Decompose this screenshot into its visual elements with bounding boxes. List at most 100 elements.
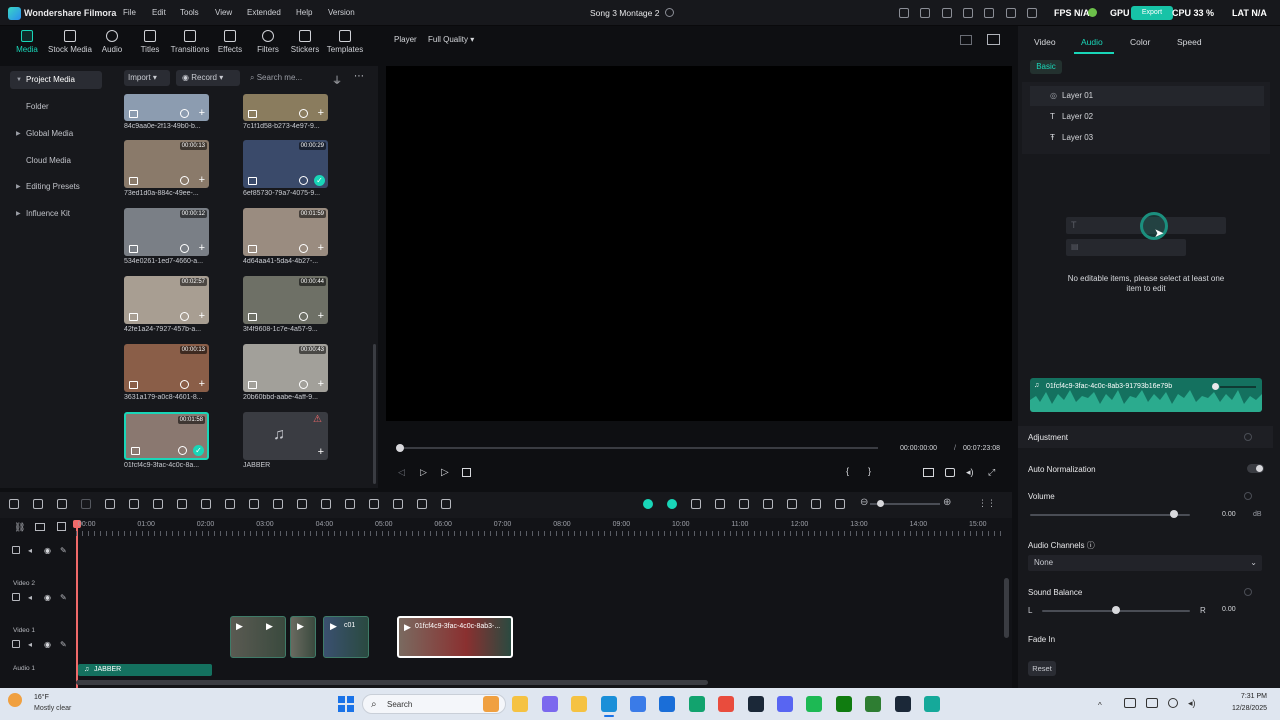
magnet-icon[interactable]: [57, 522, 66, 531]
add-to-timeline-icon[interactable]: +: [318, 379, 324, 390]
tool-media[interactable]: Media: [4, 30, 50, 60]
add-to-timeline-icon[interactable]: +: [318, 108, 324, 119]
balance-value[interactable]: 0.00: [1222, 606, 1236, 613]
edge-icon[interactable]: [600, 696, 617, 712]
zoom-slider-knob[interactable]: [877, 500, 884, 507]
undo-icon[interactable]: [57, 499, 67, 509]
color-icon[interactable]: [273, 499, 283, 509]
store-icon[interactable]: [630, 696, 646, 712]
image-icon[interactable]: [942, 8, 952, 18]
monitor-icon[interactable]: [963, 8, 973, 18]
ripple-icon[interactable]: [715, 499, 725, 509]
tool-icon[interactable]: ✎: [60, 593, 67, 602]
game-icon[interactable]: [865, 696, 882, 712]
cloud-icon[interactable]: [1006, 8, 1016, 18]
chrome-icon[interactable]: [718, 696, 735, 712]
layout-icon[interactable]: [9, 499, 19, 509]
clock-date[interactable]: 12/28/2025: [1220, 705, 1267, 712]
stabilize-icon[interactable]: [441, 499, 451, 509]
zoom-in-icon[interactable]: ⊕: [943, 497, 951, 508]
timeline-clip[interactable]: ▶ c01: [323, 616, 369, 658]
keyframe-icon[interactable]: [345, 499, 355, 509]
selected-timeline-clip[interactable]: ▶ 01fcf4c9-3fac-4c0c-8ab3-...: [397, 616, 513, 658]
marker-icon[interactable]: [691, 499, 701, 509]
delete-icon[interactable]: [105, 499, 115, 509]
playback-scrubber[interactable]: [400, 447, 878, 449]
prev-frame-icon[interactable]: ◁: [398, 467, 405, 478]
add-to-timeline-icon[interactable]: +: [318, 243, 324, 254]
tray-chevron-icon[interactable]: ^: [1098, 701, 1102, 710]
effect-icon[interactable]: [393, 499, 403, 509]
add-to-timeline-icon[interactable]: +: [199, 311, 205, 322]
audio-sync-icon[interactable]: [297, 499, 307, 509]
menu-edit[interactable]: Edit: [152, 8, 166, 17]
steam-icon[interactable]: [894, 696, 911, 712]
media-thumbnail[interactable]: 00:01:59 +: [243, 208, 328, 256]
files-icon[interactable]: [571, 696, 588, 712]
menu-version[interactable]: Version: [328, 8, 355, 17]
volume-slider-knob[interactable]: [1170, 510, 1178, 518]
mask-icon[interactable]: [225, 499, 235, 509]
fullscreen-icon[interactable]: ⤢: [988, 467, 995, 478]
camera-icon[interactable]: [945, 468, 955, 477]
add-to-timeline-icon[interactable]: +: [199, 108, 205, 119]
speaker-icon[interactable]: ◂): [1188, 698, 1196, 709]
nav-global-media[interactable]: ▶ Global Media: [10, 125, 102, 143]
lock-icon[interactable]: [12, 640, 20, 648]
mark-in-icon[interactable]: {: [846, 466, 849, 476]
step-play-icon[interactable]: ▷: [420, 467, 427, 478]
tool-templates[interactable]: Templates: [322, 30, 368, 60]
more-options-icon[interactable]: ⋯: [354, 71, 364, 82]
spotify-icon[interactable]: [806, 696, 823, 712]
tool-stock-media[interactable]: Stock Media: [46, 30, 94, 60]
play-icon[interactable]: ▷: [441, 467, 449, 478]
stop-icon[interactable]: [462, 468, 471, 477]
diamond-icon[interactable]: [1244, 433, 1252, 441]
gift-icon[interactable]: [899, 8, 909, 18]
scrubber-handle[interactable]: [396, 444, 404, 452]
mic-icon[interactable]: [763, 499, 773, 509]
volume-slider[interactable]: [1030, 514, 1190, 516]
speed-icon[interactable]: [177, 499, 187, 509]
media-search-input[interactable]: ⌕ Search me...: [246, 70, 326, 86]
preview-canvas[interactable]: [386, 66, 1012, 421]
lock-icon[interactable]: [12, 546, 20, 554]
tool-icon[interactable]: ✎: [60, 546, 67, 555]
nav-folder[interactable]: Folder: [10, 98, 102, 116]
nav-influence-kit[interactable]: ▶ Influence Kit: [10, 205, 102, 223]
timeline-vertical-scrollbar[interactable]: [1004, 578, 1009, 638]
media-scrollbar[interactable]: [373, 344, 376, 484]
render-icon[interactable]: [643, 499, 653, 509]
eye-icon[interactable]: ◉: [44, 640, 51, 649]
nav-cloud-media[interactable]: Cloud Media: [10, 152, 102, 170]
filter-icon[interactable]: ⏚: [332, 72, 342, 87]
media-thumbnail[interactable]: +: [243, 94, 328, 121]
mic-icon[interactable]: [1168, 698, 1178, 708]
snap-icon[interactable]: [667, 499, 677, 509]
filmora-icon[interactable]: [924, 696, 940, 712]
timeline[interactable]: [0, 518, 1012, 688]
media-thumbnail[interactable]: 00:00:13 +: [124, 140, 209, 188]
audio-clip-waveform[interactable]: ♫ 01fcf4c9-3fac-4c0c-8ab3-91793b16e79b: [1030, 378, 1262, 412]
clip-volume-handle[interactable]: [1212, 383, 1219, 390]
basic-tab[interactable]: Basic: [1030, 60, 1062, 74]
timeline-clip[interactable]: ▶ ▶: [230, 616, 286, 658]
media-thumbnail[interactable]: +: [124, 94, 209, 121]
media-thumbnail-selected[interactable]: 00:01:58+✓: [124, 412, 209, 460]
add-to-timeline-icon[interactable]: +: [318, 311, 324, 322]
zoom-out-icon[interactable]: ⊖: [860, 497, 868, 508]
playhead[interactable]: [76, 520, 78, 688]
media-thumbnail[interactable]: 00:00:43 +: [243, 344, 328, 392]
audio-clip[interactable]: ♫ JABBER: [78, 664, 212, 676]
motion-icon[interactable]: [369, 499, 379, 509]
nav-editing-presets[interactable]: ▶ Editing Presets: [10, 178, 102, 196]
timeline-clip[interactable]: ▶: [290, 616, 316, 658]
weather-icon[interactable]: [8, 693, 22, 707]
crop-icon[interactable]: [153, 499, 163, 509]
lock-icon[interactable]: [12, 593, 20, 601]
menu-tools[interactable]: Tools: [180, 8, 199, 17]
tab-audio[interactable]: Audio: [1081, 37, 1103, 47]
layer-03[interactable]: Ŧ Layer 03: [1030, 128, 1264, 148]
save-icon[interactable]: [984, 8, 994, 18]
nav-project-media[interactable]: ▼ Project Media: [10, 71, 102, 89]
